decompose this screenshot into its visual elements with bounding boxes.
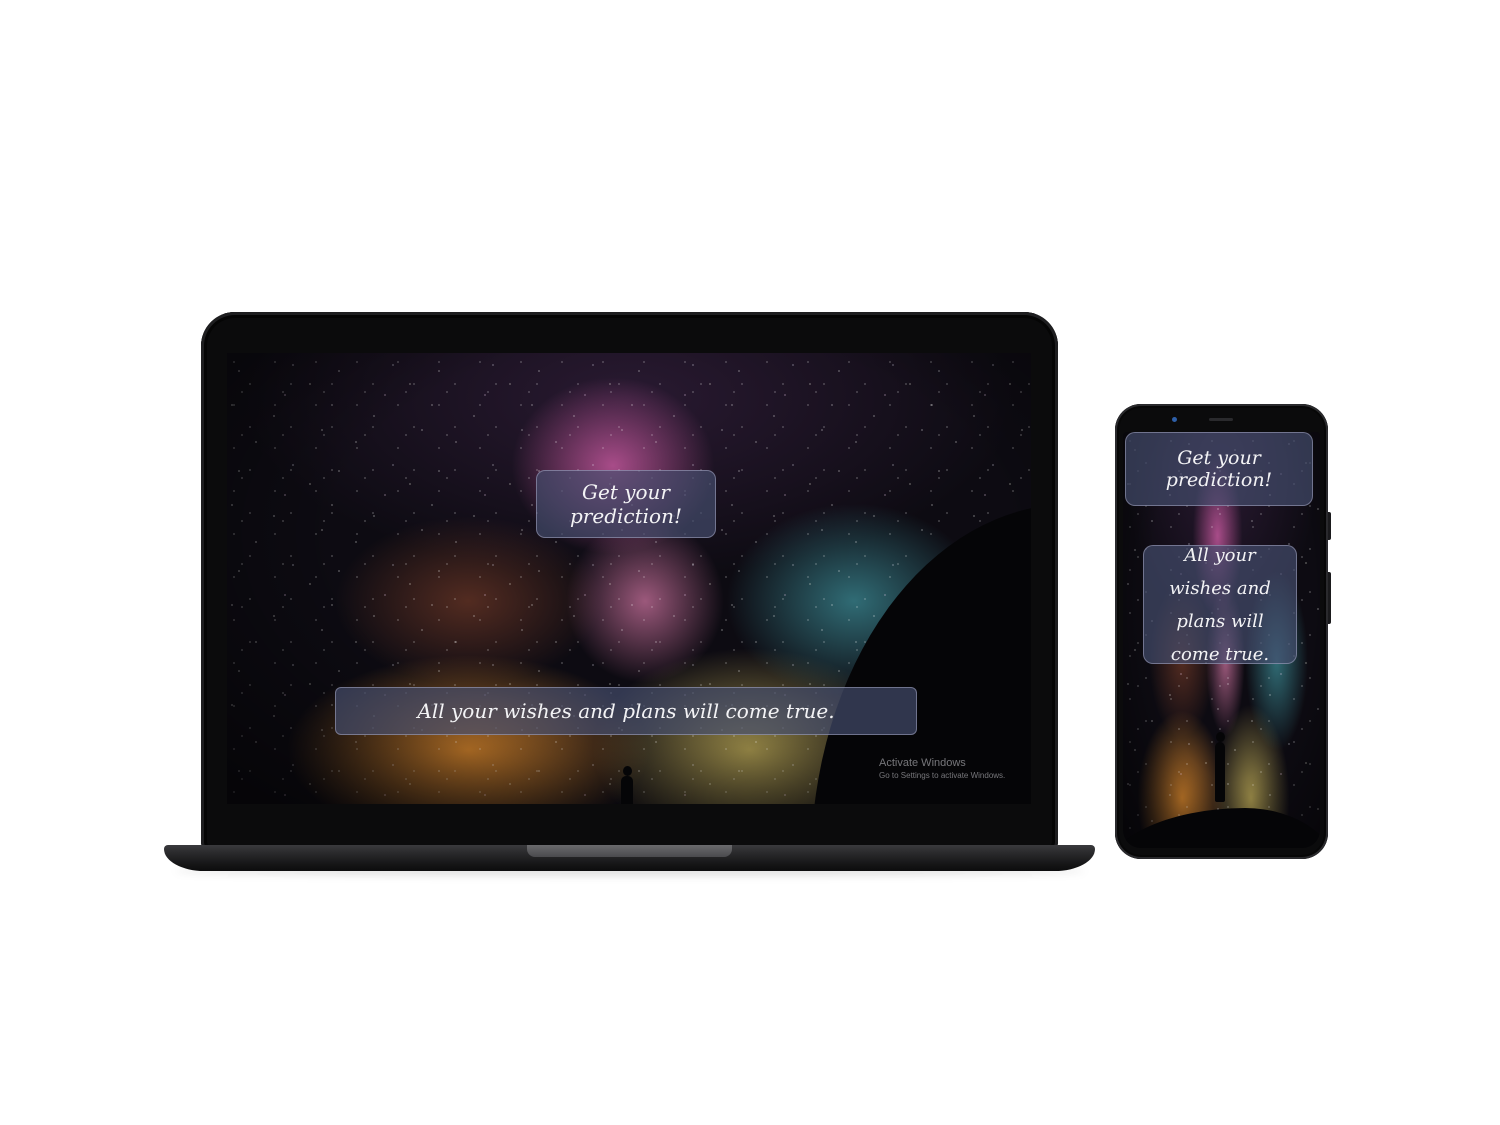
laptop-screen: Get your prediction! All your wishes and…: [227, 353, 1031, 804]
phone-screen: Get your prediction! All your wishes and…: [1123, 432, 1320, 848]
phone-camera: [1172, 417, 1177, 422]
watermark-title: Activate Windows: [879, 757, 966, 769]
phone-volume-button: [1328, 512, 1331, 540]
prediction-message: All your wishes and plans will come true…: [1143, 545, 1297, 665]
phone-power-button: [1328, 572, 1331, 624]
device-mockup-stage: Get your prediction! All your wishes and…: [0, 0, 1500, 1125]
person-silhouette: [1213, 732, 1227, 802]
get-prediction-button[interactable]: Get your prediction!: [1125, 432, 1313, 506]
laptop-notch: [527, 845, 732, 857]
prediction-message: All your wishes and plans will come true…: [335, 687, 917, 735]
get-prediction-button[interactable]: Get your prediction!: [536, 470, 716, 538]
person-silhouette: [620, 766, 634, 804]
phone-speaker: [1209, 418, 1233, 421]
activate-windows-watermark: Activate Windows Go to Settings to activ…: [879, 757, 1005, 780]
watermark-subtitle: Go to Settings to activate Windows.: [879, 771, 1006, 780]
